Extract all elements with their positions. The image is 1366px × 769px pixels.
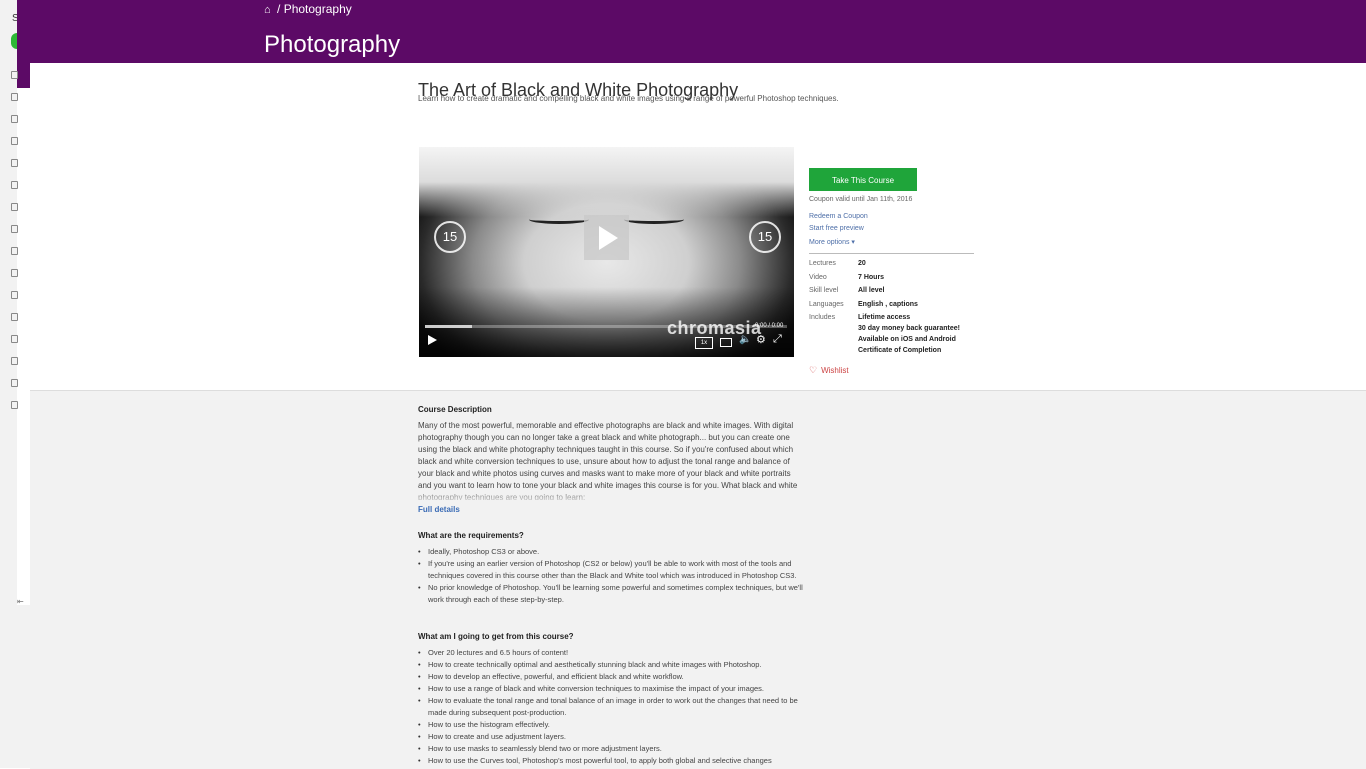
take-this-course-button[interactable]: Take This Course [809, 168, 917, 191]
redeem-coupon-link[interactable]: Redeem a Coupon [809, 213, 868, 220]
course-subtitle: Learn how to create dramatic and compell… [418, 94, 839, 103]
heart-icon: ♡ [809, 365, 818, 375]
description-heading: Course Description [418, 405, 492, 414]
info-lectures-value: 20 [858, 260, 866, 267]
info-includes-item: Available on iOS and Android [858, 336, 956, 343]
sidebar-list-icon[interactable] [11, 159, 18, 167]
list-item: How to create technically optimal and ae… [418, 659, 808, 671]
info-video-value: 7 Hours [858, 274, 885, 281]
sidebar-refresh-icon[interactable] [11, 313, 18, 321]
wishlist-link[interactable]: ♡ Wishlist [809, 365, 849, 376]
play-button[interactable] [584, 215, 629, 260]
sidebar-panel [17, 88, 30, 605]
left-sidebar: S ⇤ [0, 0, 30, 768]
list-item: How to develop an effective, powerful, a… [418, 671, 808, 683]
description-fade [418, 488, 798, 504]
breadcrumb-separator: / [277, 2, 281, 16]
list-item: No prior knowledge of Photoshop. You'll … [418, 582, 808, 606]
list-item: How to use the Curves tool, Photoshop's … [418, 755, 808, 767]
sidebar-settings-icon[interactable] [11, 357, 18, 365]
list-item: How to create and use adjustment layers. [418, 731, 808, 743]
info-lectures-label: Lectures [809, 260, 836, 267]
video-progress-fill [425, 325, 473, 328]
sidebar-music-icon[interactable] [11, 335, 18, 343]
info-includes-item: Certificate of Completion [858, 347, 942, 354]
page-title: Photography [264, 31, 401, 58]
more-options-link[interactable]: More options ▾ [809, 238, 855, 246]
info-skill-value: All level [858, 287, 885, 294]
video-frame-right-eye [624, 215, 684, 224]
coupon-valid-text: Coupon valid until Jan 11th, 2016 [809, 196, 913, 203]
sidebar-camera-icon[interactable] [11, 269, 18, 277]
list-item: How to evaluate the tonal range and tona… [418, 695, 808, 719]
sidebar-chat-icon[interactable] [11, 137, 18, 145]
sidebar-search-icon[interactable] [11, 291, 18, 299]
info-video-label: Video [809, 274, 827, 281]
video-frame-left-eye [529, 215, 589, 224]
info-divider [809, 253, 974, 254]
home-icon[interactable]: ⌂ [264, 4, 271, 16]
settings-gear-icon[interactable]: ⚙ [756, 333, 766, 346]
info-languages-label: Languages [809, 301, 844, 308]
video-time: 0:00 / 0:00 [755, 323, 784, 329]
outcomes-list: Over 20 lectures and 6.5 hours of conten… [418, 647, 808, 767]
sidebar-star-icon[interactable] [11, 247, 18, 255]
sidebar-edit-icon[interactable] [11, 181, 18, 189]
info-skill-label: Skill level [809, 287, 839, 294]
category-header: ⌂ / Photography Photography [17, 0, 1366, 63]
control-play-icon[interactable] [428, 335, 437, 345]
outcomes-heading: What am I going to get from this course? [418, 632, 574, 641]
skip-back-button[interactable]: 15 [434, 221, 466, 253]
video-progress-bar[interactable] [425, 325, 787, 328]
list-item: How to use the histogram effectively. [418, 719, 808, 731]
requirements-list: Ideally, Photoshop CS3 or above. If you'… [418, 546, 808, 606]
video-frame-hair [419, 147, 794, 217]
sidebar-doc-icon[interactable] [11, 93, 18, 101]
list-item: How to use a range of black and white co… [418, 683, 808, 695]
skip-forward-button[interactable]: 15 [749, 221, 781, 253]
playback-speed-button[interactable]: 1x [695, 337, 713, 349]
sidebar-file-icon[interactable] [11, 401, 18, 409]
info-includes-item: 30 day money back guarantee! [858, 325, 960, 332]
info-languages-value: English , captions [858, 301, 918, 308]
sidebar-collapse-icon[interactable]: ⇤ [17, 597, 24, 606]
sidebar-image-icon[interactable] [11, 115, 18, 123]
list-item: Ideally, Photoshop CS3 or above. [418, 546, 808, 558]
fullscreen-icon[interactable]: ⤢ [773, 333, 782, 346]
sidebar-globe-icon[interactable] [11, 225, 18, 233]
info-includes-label: Includes [809, 314, 836, 321]
full-details-link[interactable]: Full details [418, 505, 460, 514]
sidebar-web-icon[interactable] [11, 379, 18, 387]
sidebar-pin-icon[interactable] [11, 203, 18, 211]
wishlist-label: Wishlist [821, 366, 849, 375]
requirements-heading: What are the requirements? [418, 531, 524, 540]
list-item: How to use masks to seamlessly blend two… [418, 743, 808, 755]
list-item: Over 20 lectures and 6.5 hours of conten… [418, 647, 808, 659]
captions-icon[interactable] [720, 338, 732, 347]
breadcrumb: ⌂ / Photography [264, 2, 352, 16]
info-includes-item: Lifetime access [858, 314, 911, 321]
volume-icon[interactable]: 🔈 [739, 334, 751, 345]
start-free-preview-link[interactable]: Start free preview [809, 225, 864, 232]
list-item: If you're using an earlier version of Ph… [418, 558, 808, 582]
breadcrumb-photography[interactable]: Photography [284, 2, 352, 16]
sidebar-grid-icon[interactable] [11, 71, 18, 79]
video-player[interactable]: 15 15 chromasia 0:00 / 0:00 1x 🔈 ⚙ ⤢ [419, 147, 794, 357]
